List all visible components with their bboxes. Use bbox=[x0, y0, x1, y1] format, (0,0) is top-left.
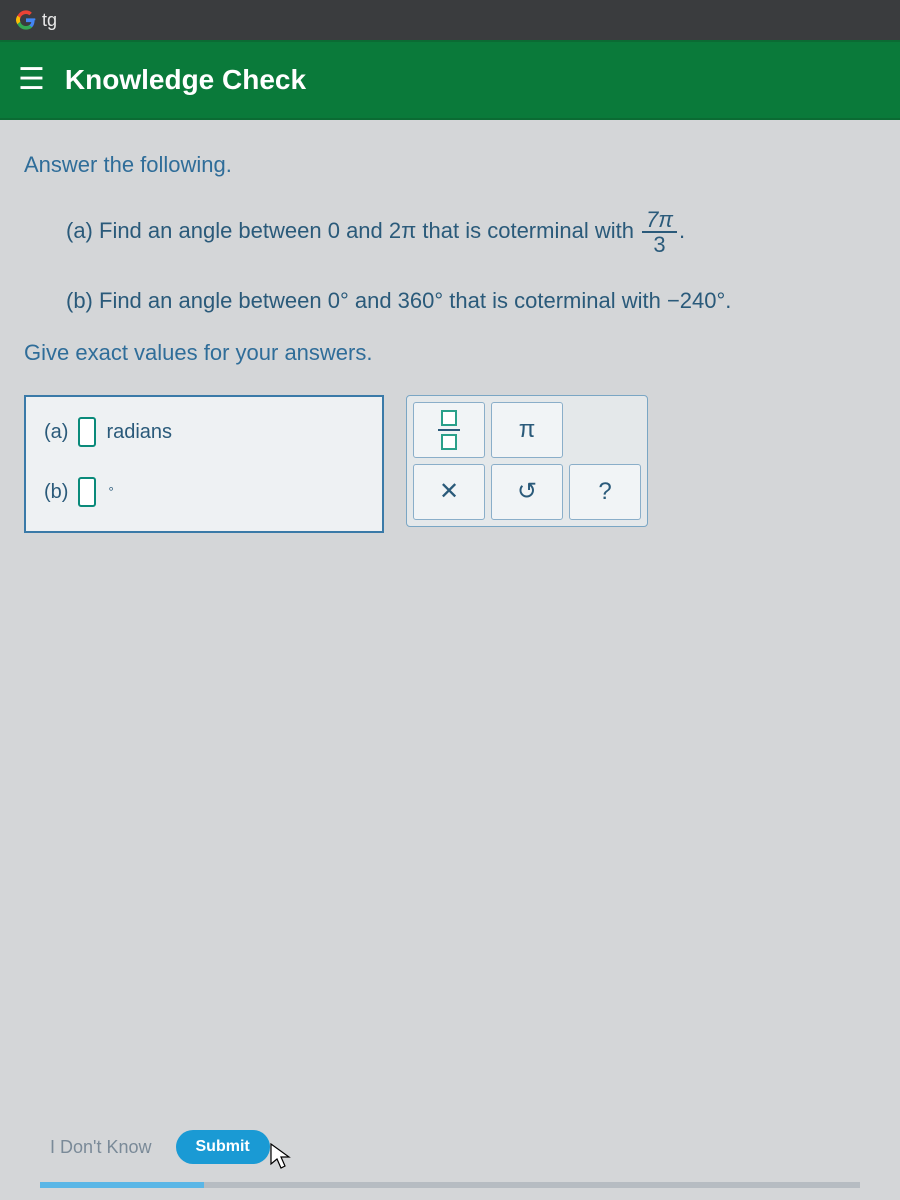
part-a-prefix: (a) Find an angle between 0 and 2π that … bbox=[66, 218, 640, 243]
app-header: ☰ Knowledge Check bbox=[0, 40, 900, 120]
question-instructions: Give exact values for your answers. bbox=[24, 338, 876, 368]
browser-tab[interactable]: tg bbox=[6, 6, 67, 35]
fraction-tool-button[interactable] bbox=[413, 402, 485, 458]
clear-icon: ✕ bbox=[439, 476, 459, 508]
math-tool-panel: π ✕ ↺ ? bbox=[406, 395, 648, 527]
submit-button[interactable]: Submit bbox=[176, 1130, 270, 1164]
answer-b-line: (b) ° bbox=[44, 477, 364, 507]
question-prompt: Answer the following. bbox=[24, 150, 876, 180]
answer-a-input[interactable] bbox=[78, 417, 96, 447]
browser-tab-label: tg bbox=[42, 10, 57, 31]
pi-icon: π bbox=[519, 414, 536, 446]
answer-b-label: (b) bbox=[44, 479, 68, 506]
undo-icon: ↺ bbox=[517, 476, 537, 508]
pi-tool-button[interactable]: π bbox=[491, 402, 563, 458]
help-icon: ? bbox=[598, 476, 611, 508]
page-title: Knowledge Check bbox=[65, 64, 306, 96]
footer-bar: I Don't Know Submit bbox=[0, 1130, 900, 1164]
question-panel: Answer the following. (a) Find an angle … bbox=[0, 120, 900, 563]
browser-tab-bar: tg bbox=[0, 0, 900, 40]
answer-a-line: (a) radians bbox=[44, 417, 364, 447]
progress-bar bbox=[40, 1182, 860, 1188]
google-g-icon bbox=[16, 10, 36, 30]
question-part-b: (b) Find an angle between 0° and 360° th… bbox=[66, 286, 876, 316]
question-part-a: (a) Find an angle between 0 and 2π that … bbox=[66, 208, 876, 256]
fraction-icon bbox=[438, 410, 460, 450]
dont-know-button[interactable]: I Don't Know bbox=[50, 1137, 152, 1158]
answer-a-unit: radians bbox=[106, 419, 172, 446]
fraction-7pi-3: 7π 3 bbox=[642, 208, 677, 256]
answer-b-unit: ° bbox=[108, 483, 113, 501]
help-button[interactable]: ? bbox=[569, 464, 641, 520]
answer-b-input[interactable] bbox=[78, 477, 96, 507]
undo-button[interactable]: ↺ bbox=[491, 464, 563, 520]
fraction-denominator: 3 bbox=[642, 233, 677, 256]
answer-a-label: (a) bbox=[44, 419, 68, 446]
part-a-suffix: . bbox=[679, 218, 685, 243]
tool-spacer bbox=[569, 402, 641, 458]
progress-fill bbox=[40, 1182, 204, 1188]
fraction-numerator: 7π bbox=[642, 208, 677, 233]
clear-button[interactable]: ✕ bbox=[413, 464, 485, 520]
answer-row: (a) radians (b) ° π ✕ bbox=[24, 395, 876, 533]
answer-box: (a) radians (b) ° bbox=[24, 395, 384, 533]
hamburger-icon[interactable]: ☰ bbox=[18, 65, 45, 95]
